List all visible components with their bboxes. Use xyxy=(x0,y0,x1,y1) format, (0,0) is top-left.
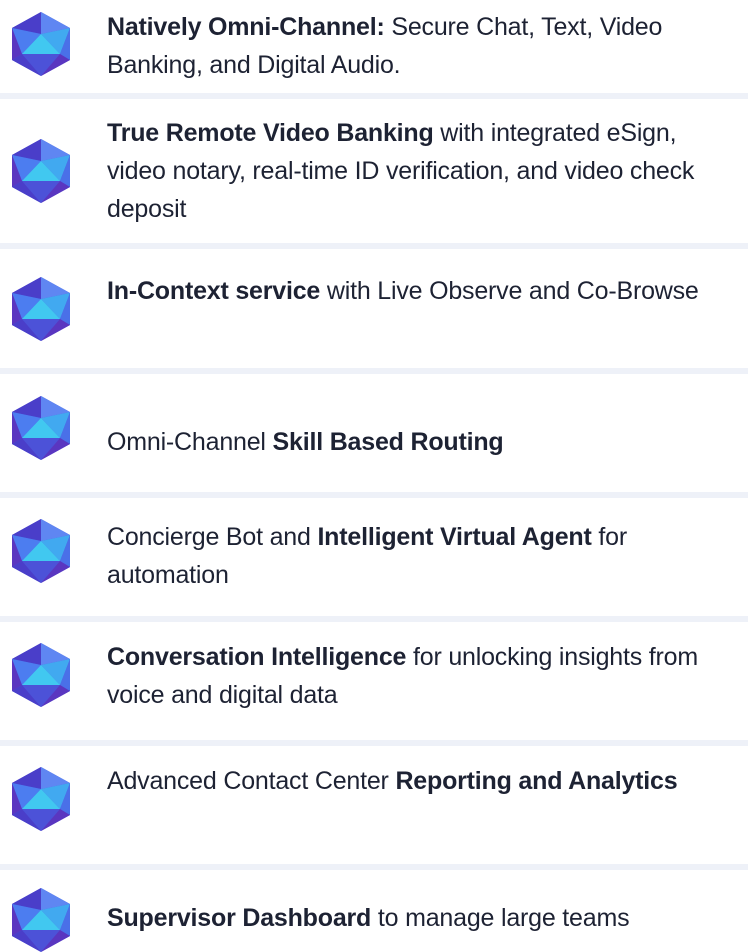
feature-bold-trail: Reporting and Analytics xyxy=(395,767,678,795)
feature-text: True Remote Video Banking with integrate… xyxy=(107,114,734,228)
hexagon-gem-icon xyxy=(12,139,70,203)
hexagon-gem-icon xyxy=(12,643,70,707)
feature-bold-lead: Conversation Intelligence xyxy=(107,643,407,671)
hexagon-gem-icon xyxy=(12,888,70,952)
divider xyxy=(0,243,748,249)
feature-bold-lead: True Remote Video Banking xyxy=(107,119,434,147)
feature-item-omni-channel: Natively Omni-Channel: Secure Chat, Text… xyxy=(0,0,748,92)
feature-item-in-context: In-Context service with Live Observe and… xyxy=(0,250,748,368)
feature-text: Natively Omni-Channel: Secure Chat, Text… xyxy=(107,8,734,84)
feature-bold-trail: Skill Based Routing xyxy=(272,428,504,456)
feature-bold-lead: In-Context service xyxy=(107,277,321,305)
hexagon-gem-icon xyxy=(12,277,70,341)
feature-item-conversation-intelligence: Conversation Intelligence for unlocking … xyxy=(0,622,748,740)
feature-text: Supervisor Dashboard to manage large tea… xyxy=(107,899,734,937)
hexagon-gem-icon xyxy=(12,519,70,583)
feature-plain-lead: Concierge Bot and xyxy=(107,523,318,551)
feature-item-virtual-agent: Concierge Bot and Intelligent Virtual Ag… xyxy=(0,498,748,616)
feature-item-reporting: Advanced Contact Center Reporting and An… xyxy=(0,746,748,864)
hexagon-gem-icon xyxy=(12,12,70,76)
hexagon-gem-icon xyxy=(12,396,70,460)
feature-plain-lead: Omni-Channel xyxy=(107,428,273,456)
feature-text: Concierge Bot and Intelligent Virtual Ag… xyxy=(107,518,734,594)
hexagon-gem-icon xyxy=(12,767,70,831)
feature-text-rest: with Live Observe and Co-Browse xyxy=(320,277,699,305)
feature-item-skill-routing: Omni-Channel Skill Based Routing xyxy=(0,374,748,492)
feature-text-rest: to manage large teams xyxy=(371,904,630,932)
feature-item-supervisor-dashboard: Supervisor Dashboard to manage large tea… xyxy=(0,870,748,952)
feature-plain-lead: Advanced Contact Center xyxy=(107,767,396,795)
feature-text: Advanced Contact Center Reporting and An… xyxy=(107,762,734,800)
feature-text: Conversation Intelligence for unlocking … xyxy=(107,638,734,714)
feature-text: Omni-Channel Skill Based Routing xyxy=(107,423,734,461)
feature-bold-mid: Intelligent Virtual Agent xyxy=(317,523,592,551)
feature-bold-lead: Supervisor Dashboard xyxy=(107,904,372,932)
feature-item-video-banking: True Remote Video Banking with integrate… xyxy=(0,100,748,242)
feature-bold-lead: Natively Omni-Channel: xyxy=(107,13,385,41)
feature-text: In-Context service with Live Observe and… xyxy=(107,272,734,310)
feature-list: Natively Omni-Channel: Secure Chat, Text… xyxy=(0,0,748,952)
divider xyxy=(0,93,748,99)
